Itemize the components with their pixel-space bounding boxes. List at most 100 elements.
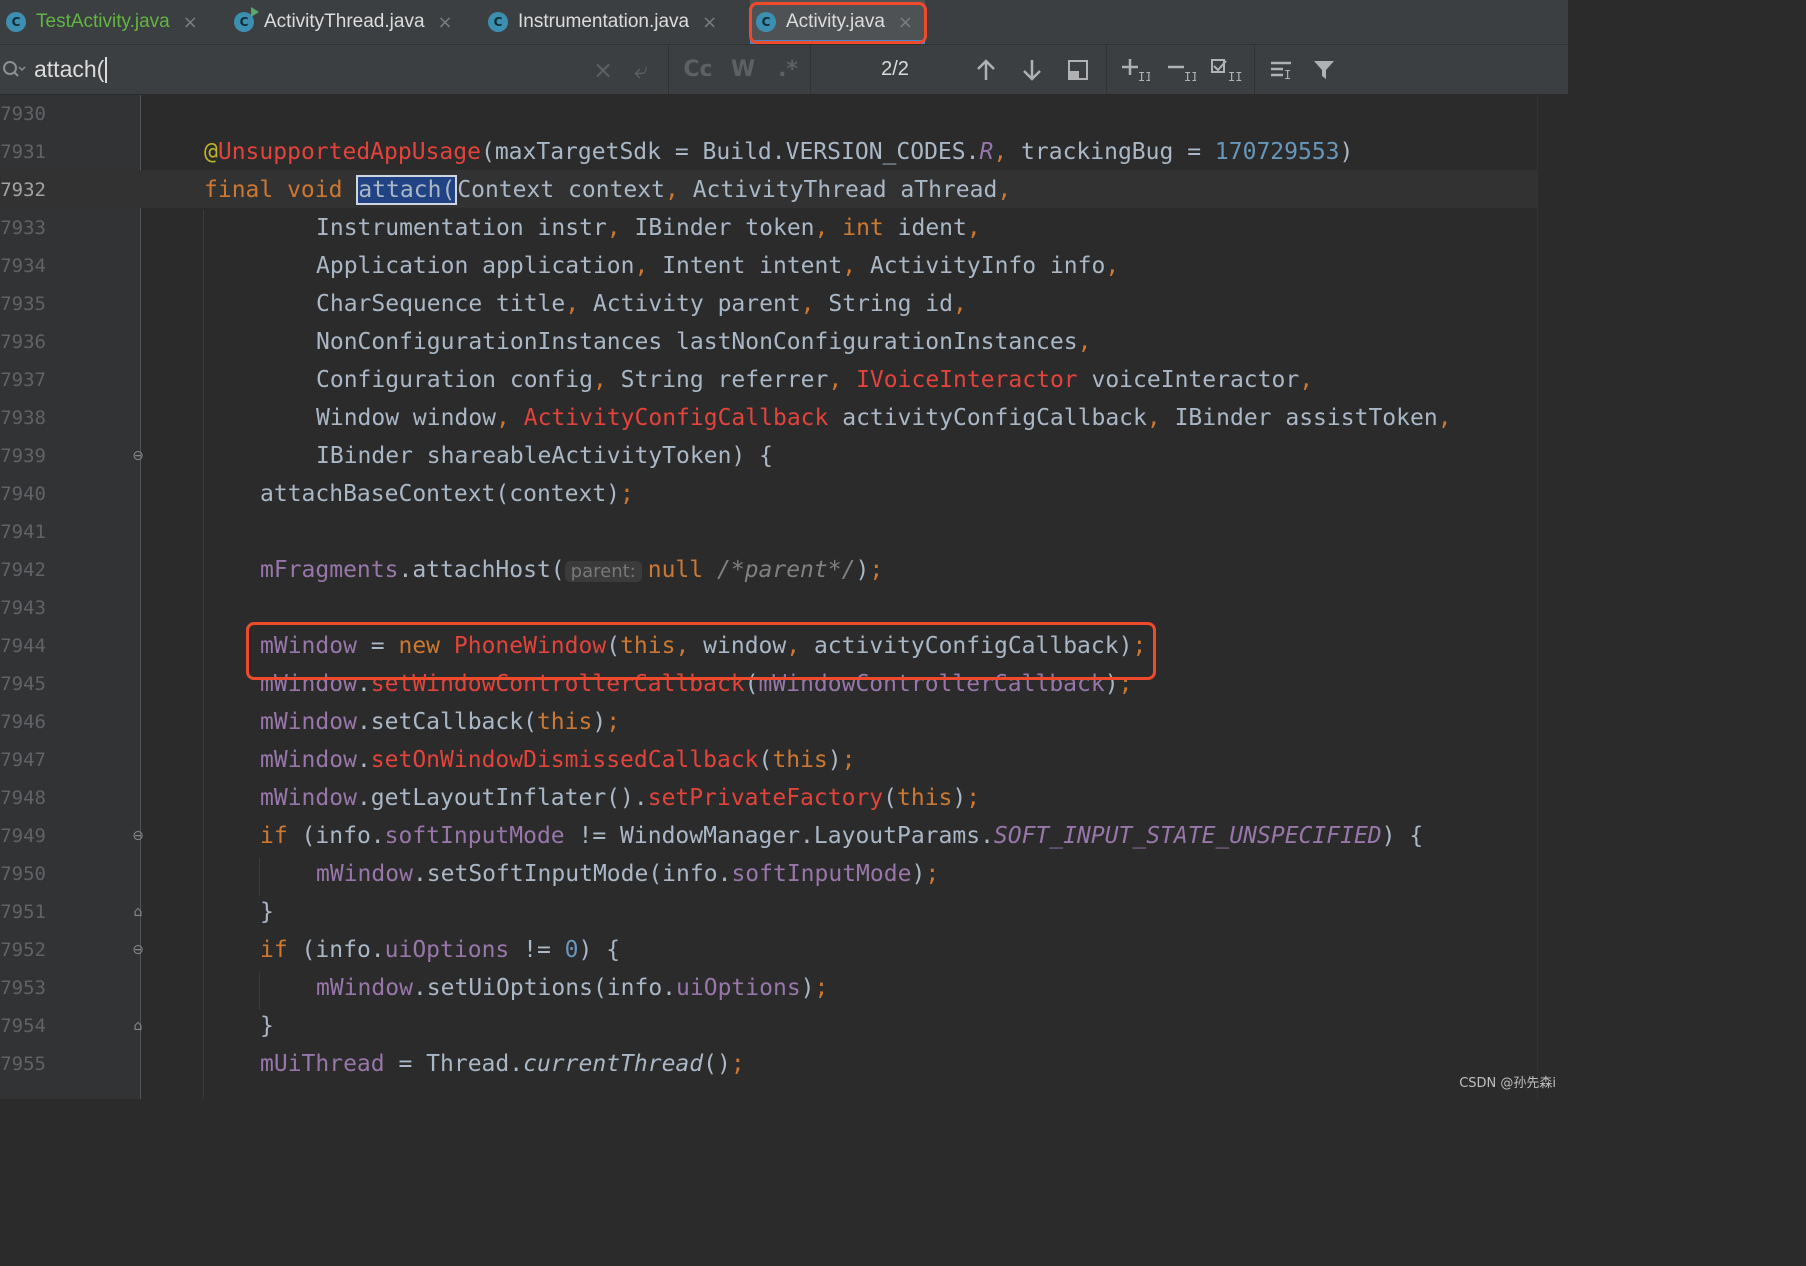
code-line: 7943	[0, 589, 1538, 627]
tab-instrumentation[interactable]: C Instrumentation.java ×	[488, 0, 717, 44]
line-number: 7940	[0, 483, 46, 505]
code-line: 7945 mWindow.setWindowControllerCallback…	[0, 665, 1538, 703]
tab-activitythread[interactable]: C ActivityThread.java ×	[234, 0, 453, 44]
svg-text:II: II	[1184, 70, 1196, 83]
tab-testactivity[interactable]: C TestActivity.java ×	[6, 0, 198, 44]
line-number: 7954	[0, 1015, 46, 1037]
code-line: 7954 ⌂ }	[0, 1007, 1538, 1045]
line-number: 7935	[0, 293, 46, 315]
java-class-run-icon: C	[234, 7, 259, 32]
fold-marker-icon[interactable]: ⊖	[131, 943, 145, 957]
code-text: IBinder shareableActivityToken) {	[316, 443, 773, 469]
close-tab-icon[interactable]: ×	[438, 12, 453, 33]
arrow-up-icon[interactable]	[970, 45, 1002, 94]
tab-label: ActivityThread.java	[264, 11, 425, 32]
code-line: 7952 ⊖ if (info.uiOptions != 0) {	[0, 931, 1538, 969]
code-text: Instrumentation instr, IBinder token, in…	[316, 215, 981, 241]
code-line: 7944 mWindow = new PhoneWindow(this, win…	[0, 627, 1538, 665]
code-line: 7937 Configuration config, String referr…	[0, 361, 1538, 399]
close-tab-icon[interactable]: ×	[898, 12, 913, 33]
line-number: 7949	[0, 825, 46, 847]
search-input[interactable]: attach(	[34, 45, 108, 94]
line-number: 7930	[0, 103, 46, 125]
code-line: 7953 mWindow.setUiOptions(info.uiOptions…	[0, 969, 1538, 1007]
line-number: 7944	[0, 635, 46, 657]
line-number: 7950	[0, 863, 46, 885]
arrow-down-icon[interactable]	[1016, 45, 1048, 94]
code-line: 7955 mUiThread = Thread.currentThread();	[0, 1045, 1538, 1083]
code-line: 7930	[0, 95, 1538, 133]
funnel-filter-icon[interactable]	[1308, 45, 1340, 94]
line-number: 7941	[0, 521, 46, 543]
filter-options-icon[interactable]: I	[1266, 45, 1298, 94]
find-toolbar: attach( × ⤶ Cc W .* 2/2 II II II I	[0, 45, 1568, 95]
parameter-hint: parent:	[564, 561, 642, 582]
svg-text:II: II	[1228, 70, 1242, 83]
code-line: 7950 mWindow.setSoftInputMode(info.softI…	[0, 855, 1538, 893]
code-text: Configuration config, String referrer, I…	[316, 367, 1314, 393]
svg-text:II: II	[1138, 70, 1150, 83]
select-all-matches-icon[interactable]: II	[1208, 45, 1244, 94]
code-text: Application application, Intent intent, …	[316, 253, 1120, 279]
tab-activity[interactable]: C Activity.java ×	[750, 0, 925, 44]
line-number: 7932	[0, 179, 46, 201]
code-line: 7946 mWindow.setCallback(this);	[0, 703, 1538, 741]
add-occurrence-icon[interactable]: II	[1118, 45, 1152, 94]
code-line: 7939 ⊖ IBinder shareableActivityToken) {	[0, 437, 1538, 475]
fold-end-icon[interactable]: ⌂	[131, 905, 145, 919]
tab-label: Activity.java	[786, 11, 885, 32]
tab-label: TestActivity.java	[36, 11, 170, 32]
code-line: 7951 ⌂ }	[0, 893, 1538, 931]
fold-marker-icon[interactable]: ⊖	[131, 829, 145, 843]
fold-end-icon[interactable]: ⌂	[131, 1019, 145, 1033]
code-line: 7947 mWindow.setOnWindowDismissedCallbac…	[0, 741, 1538, 779]
code-line: 7935 CharSequence title, Activity parent…	[0, 285, 1538, 323]
fold-marker-icon[interactable]: ⊖	[131, 449, 145, 463]
select-all-occurrences-icon[interactable]	[1062, 45, 1094, 94]
code-text: mWindow.setUiOptions(info.uiOptions);	[316, 975, 829, 1001]
code-text: mWindow.getLayoutInflater().setPrivateFa…	[260, 785, 981, 811]
svg-text:I: I	[1284, 68, 1291, 82]
code-line: 7936 NonConfigurationInstances lastNonCo…	[0, 323, 1538, 361]
line-number: 7939	[0, 445, 46, 467]
code-text: Window window, ActivityConfigCallback ac…	[316, 405, 1452, 431]
code-line: 7940 attachBaseContext(context);	[0, 475, 1538, 513]
code-text: attachBaseContext(context);	[260, 481, 634, 507]
line-number: 7948	[0, 787, 46, 809]
code-text: mWindow = new PhoneWindow(this, window, …	[260, 633, 1147, 659]
code-text: NonConfigurationInstances lastNonConfigu…	[316, 329, 1092, 355]
line-number: 7946	[0, 711, 46, 733]
line-number: 7945	[0, 673, 46, 695]
search-history-icon[interactable]: ⤶	[626, 45, 656, 94]
java-class-icon: C	[488, 12, 508, 32]
java-class-icon: C	[6, 12, 26, 32]
line-number: 7936	[0, 331, 46, 353]
search-icon[interactable]	[0, 45, 28, 94]
code-line: 7934 Application application, Intent int…	[0, 247, 1538, 285]
match-case-toggle[interactable]: Cc	[680, 45, 716, 94]
whole-words-toggle[interactable]: W	[728, 45, 758, 94]
active-tab-indicator	[750, 40, 925, 44]
line-number: 7943	[0, 597, 46, 619]
close-tab-icon[interactable]: ×	[183, 12, 198, 33]
line-number: 7942	[0, 559, 46, 581]
vertical-scrollbar[interactable]	[1537, 95, 1568, 1099]
code-text: mUiThread = Thread.currentThread();	[260, 1051, 745, 1077]
line-number: 7937	[0, 369, 46, 391]
line-number: 7951	[0, 901, 46, 923]
line-number: 7933	[0, 217, 46, 239]
line-number: 7947	[0, 749, 46, 771]
regex-toggle[interactable]: .*	[772, 45, 804, 94]
line-number: 7931	[0, 141, 46, 163]
code-text: mWindow.setOnWindowDismissedCallback(thi…	[260, 747, 856, 773]
line-number: 7955	[0, 1053, 46, 1075]
clear-search-icon[interactable]: ×	[590, 45, 616, 94]
tab-label: Instrumentation.java	[518, 11, 690, 32]
code-text: @UnsupportedAppUsage(maxTargetSdk = Buil…	[204, 139, 1354, 165]
remove-occurrence-icon[interactable]: II	[1164, 45, 1198, 94]
java-class-icon: C	[756, 12, 776, 32]
match-counter: 2/2	[881, 58, 909, 80]
code-line: 7938 Window window, ActivityConfigCallba…	[0, 399, 1538, 437]
code-line: 7931 @UnsupportedAppUsage(maxTargetSdk =…	[0, 133, 1538, 171]
close-tab-icon[interactable]: ×	[702, 12, 717, 33]
